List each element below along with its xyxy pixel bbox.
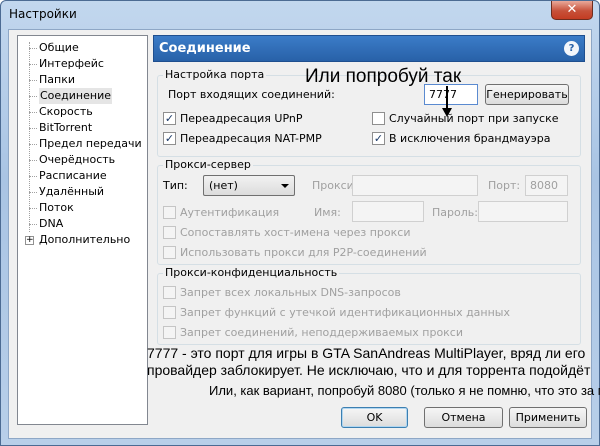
proxy-host-input[interactable] [352, 175, 478, 196]
sidebar-item-interface[interactable]: Интерфейс [18, 56, 147, 72]
proxy-username-label: Имя: [314, 206, 341, 219]
settings-window: Настройки ✕ Общие Интерфейс Папки Соедин… [0, 0, 600, 446]
sidebar-tree: Общие Интерфейс Папки Соединение Скорост… [17, 35, 148, 425]
sidebar-item-label: Соединение [39, 88, 113, 104]
sidebar-item-connection[interactable]: Соединение [18, 88, 147, 104]
sidebar-item-label: DNA [39, 217, 64, 230]
sidebar-item-folders[interactable]: Папки [18, 72, 147, 88]
no-unsupported-label: Запрет соединений, неподдерживаемых прок… [180, 326, 464, 339]
sidebar-item-label: Скорость [39, 105, 93, 118]
random-port-label: Случайный порт при запуске [389, 112, 559, 125]
incoming-port-label: Порт входящих соединений: [168, 88, 335, 101]
sidebar-item-transfer-cap[interactable]: Предел передачи [18, 136, 147, 152]
expand-icon[interactable]: + [25, 236, 34, 245]
nat-pmp-checkbox[interactable]: ✓ [163, 132, 176, 145]
sidebar-item-label: Поток [39, 201, 74, 214]
proxy-password-input[interactable] [478, 201, 568, 222]
no-leak-label: Запрет функций с утечкой идентификационн… [180, 306, 510, 319]
sidebar-item-label: Папки [39, 73, 75, 86]
annotation-note-line1: 7777 - это порт для игры в GTA SanAndrea… [147, 345, 586, 361]
firewall-label: В исключения брандмауэра [389, 132, 551, 145]
sidebar-item-label: Общие [39, 41, 79, 54]
random-port-checkbox[interactable] [372, 112, 385, 125]
arrow-down-icon [442, 86, 452, 117]
proxy-type-select[interactable]: (нет) [203, 175, 295, 196]
sidebar-item-label: Расписание [39, 169, 107, 182]
resolve-hostnames-label: Сопоставлять хост-имена через прокси [180, 226, 411, 239]
no-local-dns-label: Запрет всех локальных DNS-запросов [180, 286, 401, 299]
cancel-button[interactable]: Отмена [424, 407, 503, 428]
group-legend: Настройка порта [163, 68, 267, 81]
proxy-password-label: Пароль: [432, 206, 478, 219]
annotation-note-line3: Или, как вариант, попробуй 8080 (только … [209, 383, 600, 398]
proxy-auth-checkbox[interactable] [163, 206, 176, 219]
upnp-checkbox[interactable]: ✓ [163, 112, 176, 125]
no-local-dns-checkbox[interactable] [163, 286, 176, 299]
sidebar-item-remote[interactable]: Удалённый [18, 184, 147, 200]
group-legend: Прокси-конфиденциальность [163, 266, 340, 279]
proxy-auth-label: Аутентификация [180, 206, 280, 219]
proxy-p2p-checkbox[interactable] [163, 246, 176, 259]
page-title: Соединение [159, 41, 251, 56]
no-leak-checkbox[interactable] [163, 306, 176, 319]
sidebar-item-label: Интерфейс [39, 57, 104, 70]
annotation-top: Или попробуй так [305, 66, 462, 87]
title-bar[interactable]: Настройки ✕ [1, 1, 599, 29]
window-title: Настройки [9, 7, 77, 21]
sidebar-item-queueing[interactable]: Очерёдность [18, 152, 147, 168]
close-button[interactable]: ✕ [551, 1, 593, 20]
proxy-server-group: Прокси-сервер Тип: (нет) Прокси: Порт: 8… [157, 158, 581, 265]
sidebar-item-dna[interactable]: DNA [18, 216, 147, 232]
resolve-hostnames-checkbox[interactable] [163, 226, 176, 239]
sidebar-item-speed[interactable]: Скорость [18, 104, 147, 120]
sidebar-item-label: Очерёдность [39, 153, 116, 166]
close-icon: ✕ [566, 2, 578, 17]
group-legend: Прокси-сервер [163, 158, 253, 171]
sidebar-item-advanced[interactable]: + Дополнительно [18, 232, 147, 248]
sidebar-item-general[interactable]: Общие [18, 40, 147, 56]
chevron-down-icon [281, 184, 289, 188]
firewall-checkbox[interactable]: ✓ [372, 132, 385, 145]
sidebar-item-streaming[interactable]: Поток [18, 200, 147, 216]
sidebar-item-label: BitTorrent [39, 121, 93, 134]
proxy-username-input[interactable] [352, 201, 424, 222]
proxy-host-label: Прокси: [312, 179, 358, 192]
proxy-port-label: Порт: [488, 179, 521, 192]
panel-header: Соединение ? [153, 35, 585, 62]
sidebar-item-bittorrent[interactable]: BitTorrent [18, 120, 147, 136]
proxy-port-input[interactable]: 8080 [525, 175, 568, 196]
proxy-privacy-group: Прокси-конфиденциальность Запрет всех ло… [157, 266, 581, 345]
client-area: Общие Интерфейс Папки Соединение Скорост… [8, 29, 600, 439]
generate-port-button[interactable]: Генерировать [485, 84, 569, 105]
sidebar-item-label: Дополнительно [39, 233, 131, 246]
nat-pmp-label: Переадресация NAT-PMP [180, 132, 322, 145]
upnp-label: Переадресация UPnP [180, 112, 303, 125]
sidebar-item-label: Удалённый [39, 185, 105, 198]
proxy-type-label: Тип: [163, 179, 188, 192]
annotation-note-line2: провайдер заблокирует. Не исключаю, что … [147, 362, 591, 378]
ok-button[interactable]: OK [341, 407, 408, 428]
proxy-p2p-label: Использовать прокси для P2P-соединений [180, 246, 427, 259]
apply-button[interactable]: Применить [509, 407, 587, 428]
sidebar-item-scheduler[interactable]: Расписание [18, 168, 147, 184]
proxy-type-value: (нет) [209, 179, 238, 192]
no-unsupported-checkbox[interactable] [163, 326, 176, 339]
sidebar-item-label: Предел передачи [39, 137, 142, 150]
help-icon[interactable]: ? [564, 41, 579, 56]
